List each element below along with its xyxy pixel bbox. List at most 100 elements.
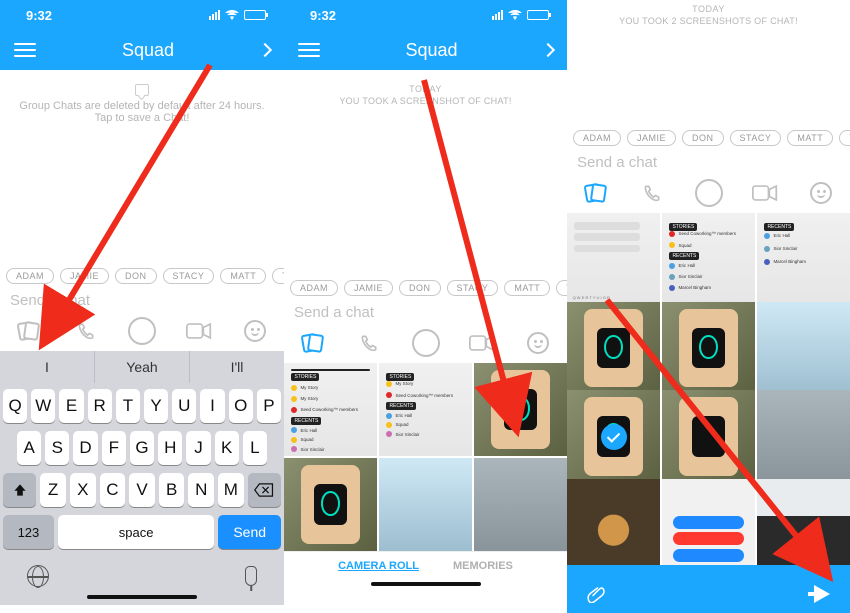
gallery-button[interactable] xyxy=(298,331,328,355)
photo-thumb[interactable]: Q W E R T Y U I O P xyxy=(567,213,660,306)
send-button[interactable] xyxy=(814,585,830,603)
emoji-button[interactable] xyxy=(806,181,836,205)
home-indicator[interactable] xyxy=(371,582,481,586)
member-chip[interactable]: JAMIE xyxy=(60,268,109,284)
chat-input[interactable]: Send a chat xyxy=(284,296,567,325)
member-chip[interactable]: DON xyxy=(682,130,724,146)
suggestion[interactable]: I xyxy=(0,351,95,383)
tab-memories[interactable]: MEMORIES xyxy=(453,560,513,572)
key-123[interactable]: 123 xyxy=(3,515,54,549)
photo-thumb[interactable] xyxy=(662,302,755,395)
member-chip[interactable]: DON xyxy=(399,280,441,296)
member-chip[interactable]: STACY xyxy=(163,268,215,284)
photo-thumb[interactable] xyxy=(379,458,472,551)
emoji-button[interactable] xyxy=(240,319,270,343)
key-o[interactable]: O xyxy=(229,389,253,423)
photo-thumb[interactable] xyxy=(474,458,567,551)
key-shift[interactable] xyxy=(3,473,36,507)
emoji-button[interactable] xyxy=(523,331,553,355)
photo-thumb[interactable]: STORIES Seed Coworking™ members Squad RE… xyxy=(662,213,755,306)
photo-thumb[interactable] xyxy=(567,479,660,566)
member-chip[interactable]: TIM xyxy=(839,130,850,146)
key-v[interactable]: V xyxy=(129,473,155,507)
key-z[interactable]: Z xyxy=(40,473,66,507)
key-u[interactable]: U xyxy=(172,389,196,423)
key-c[interactable]: C xyxy=(100,473,126,507)
key-x[interactable]: X xyxy=(70,473,96,507)
key-g[interactable]: G xyxy=(130,431,154,465)
key-b[interactable]: B xyxy=(159,473,185,507)
photo-thumb[interactable]: STORIES My Story My Story Seed Coworking… xyxy=(284,363,377,456)
key-a[interactable]: A xyxy=(17,431,41,465)
photo-thumb[interactable] xyxy=(757,302,850,395)
photo-thumb[interactable] xyxy=(567,302,660,395)
call-button[interactable] xyxy=(71,319,101,343)
photo-thumb[interactable] xyxy=(284,458,377,551)
key-m[interactable]: M xyxy=(218,473,244,507)
member-chip[interactable]: MATT xyxy=(504,280,550,296)
photo-thumb[interactable] xyxy=(757,390,850,483)
chevron-right-icon[interactable] xyxy=(258,43,272,57)
capture-button[interactable] xyxy=(411,331,441,355)
photo-thumb-selected[interactable] xyxy=(567,390,660,483)
key-k[interactable]: K xyxy=(215,431,239,465)
gallery-button[interactable] xyxy=(14,319,44,343)
key-h[interactable]: H xyxy=(158,431,182,465)
suggestion[interactable]: I'll xyxy=(190,351,284,383)
member-chip[interactable]: TIM xyxy=(556,280,567,296)
key-i[interactable]: I xyxy=(200,389,224,423)
capture-button[interactable] xyxy=(694,181,724,205)
key-send[interactable]: Send xyxy=(218,515,281,549)
key-s[interactable]: S xyxy=(45,431,69,465)
member-chip[interactable]: DON xyxy=(115,268,157,284)
video-button[interactable] xyxy=(184,319,214,343)
chat-input[interactable]: Send a chat xyxy=(0,284,284,313)
member-chip[interactable]: ADAM xyxy=(6,268,54,284)
photo-thumb[interactable] xyxy=(474,363,567,456)
key-q[interactable]: Q xyxy=(3,389,27,423)
chat-input[interactable]: Send a chat xyxy=(567,146,850,175)
mic-icon[interactable] xyxy=(245,566,257,586)
photo-thumb[interactable] xyxy=(662,479,755,566)
photo-thumb[interactable]: RECENTS Eric Hall Sior Sinclair Marcel B… xyxy=(757,213,850,306)
key-l[interactable]: L xyxy=(243,431,267,465)
globe-icon[interactable] xyxy=(27,565,49,587)
key-j[interactable]: J xyxy=(186,431,210,465)
member-chip[interactable]: TIM xyxy=(272,268,284,284)
key-w[interactable]: W xyxy=(31,389,55,423)
capture-button[interactable] xyxy=(127,319,157,343)
key-y[interactable]: Y xyxy=(144,389,168,423)
gallery-button[interactable] xyxy=(581,181,611,205)
photo-thumb[interactable] xyxy=(662,390,755,483)
member-chip[interactable]: STACY xyxy=(447,280,499,296)
menu-icon[interactable] xyxy=(298,39,320,61)
member-chip[interactable]: MATT xyxy=(787,130,833,146)
video-button[interactable] xyxy=(750,181,780,205)
key-r[interactable]: R xyxy=(88,389,112,423)
home-indicator[interactable] xyxy=(87,595,197,599)
key-p[interactable]: P xyxy=(257,389,281,423)
key-space[interactable]: space xyxy=(58,515,215,549)
menu-icon[interactable] xyxy=(14,39,36,61)
tab-camera-roll[interactable]: CAMERA ROLL xyxy=(338,560,419,572)
photo-thumb[interactable]: STORIES My Story Seed Coworking™ members… xyxy=(379,363,472,456)
member-chip[interactable]: STACY xyxy=(730,130,782,146)
key-n[interactable]: N xyxy=(188,473,214,507)
photo-thumb[interactable] xyxy=(757,479,850,566)
key-e[interactable]: E xyxy=(59,389,83,423)
video-button[interactable] xyxy=(467,331,497,355)
member-chip[interactable]: JAMIE xyxy=(627,130,676,146)
member-chip[interactable]: JAMIE xyxy=(344,280,393,296)
member-chip[interactable]: MATT xyxy=(220,268,266,284)
member-chip[interactable]: ADAM xyxy=(573,130,621,146)
member-chip[interactable]: ADAM xyxy=(290,280,338,296)
key-backspace[interactable] xyxy=(248,473,281,507)
key-d[interactable]: D xyxy=(73,431,97,465)
chevron-right-icon[interactable] xyxy=(541,43,555,57)
key-t[interactable]: T xyxy=(116,389,140,423)
call-button[interactable] xyxy=(637,181,667,205)
suggestion[interactable]: Yeah xyxy=(95,351,190,383)
key-f[interactable]: F xyxy=(102,431,126,465)
call-button[interactable] xyxy=(354,331,384,355)
attachment-icon[interactable] xyxy=(587,585,605,603)
